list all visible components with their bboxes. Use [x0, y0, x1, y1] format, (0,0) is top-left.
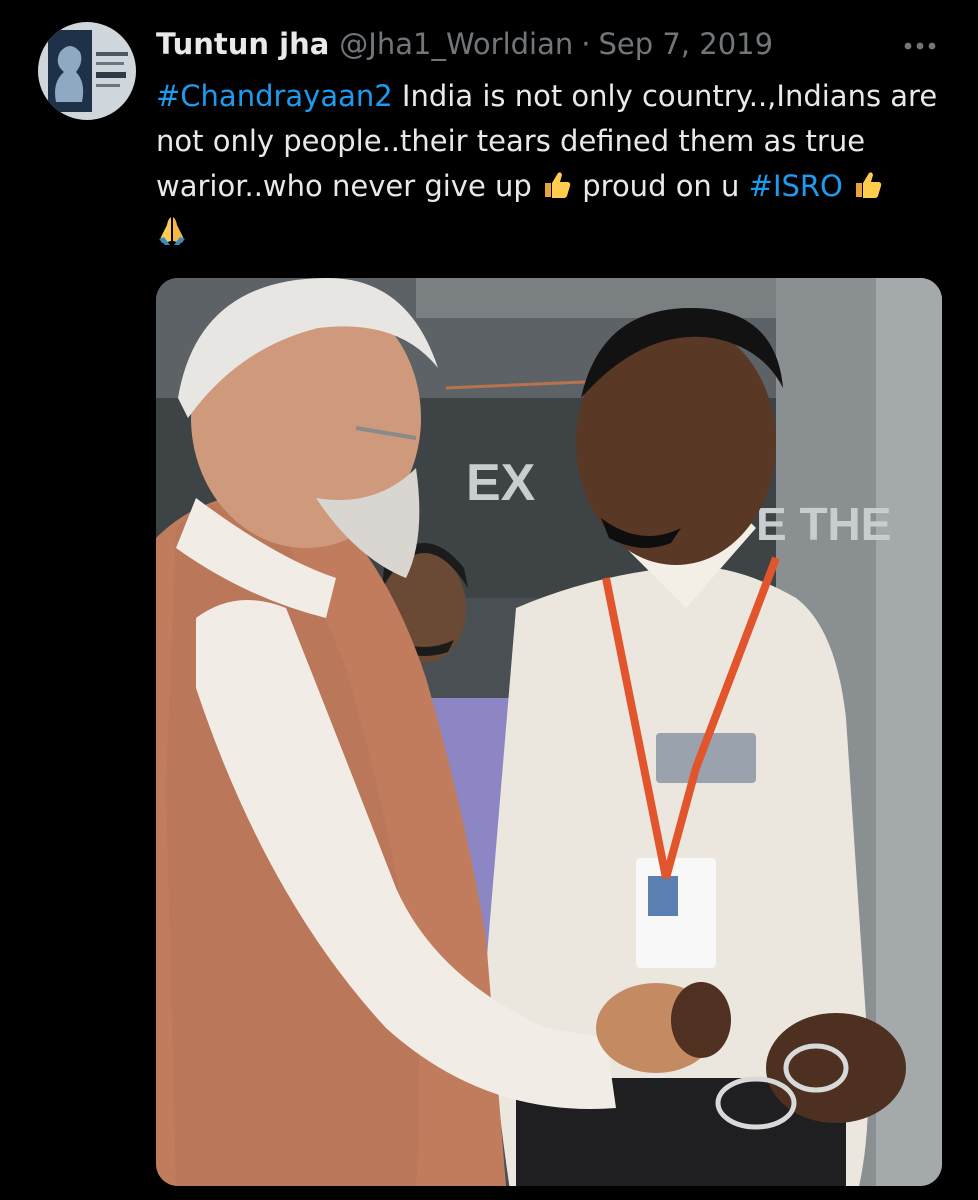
tweet-text-part-2: proud on u	[573, 169, 749, 203]
tweet: Tuntun jha @Jha1_Worldian · Sep 7, 2019 …	[0, 0, 978, 1200]
sign-text-1: EX	[466, 454, 536, 512]
header-separator: ·	[581, 27, 591, 61]
thumbs-up-emoji-icon	[856, 172, 882, 198]
tweet-date[interactable]: Sep 7, 2019	[598, 27, 773, 61]
more-options-button[interactable]	[896, 28, 944, 64]
author-display-name[interactable]: Tuntun jha	[156, 27, 329, 61]
tweet-header: Tuntun jha @Jha1_Worldian · Sep 7, 2019	[156, 22, 773, 66]
tweet-media-photo[interactable]: EX E THE	[156, 278, 942, 1186]
tweet-text: #Chandrayaan2 India is not only country.…	[156, 74, 956, 254]
profile-avatar-icon	[38, 22, 136, 120]
hashtag-isro[interactable]: #ISRO	[749, 169, 843, 203]
folded-hands-emoji-icon	[159, 217, 185, 245]
thumbs-up-emoji-icon	[545, 172, 571, 198]
hashtag-chandrayaan2[interactable]: #Chandrayaan2	[156, 79, 393, 113]
author-avatar[interactable]	[38, 22, 136, 120]
author-handle[interactable]: @Jha1_Worldian	[339, 27, 573, 61]
more-horizontal-icon	[904, 42, 936, 50]
sign-text-2: E THE	[756, 498, 891, 550]
photo-image: EX E THE	[156, 278, 942, 1186]
